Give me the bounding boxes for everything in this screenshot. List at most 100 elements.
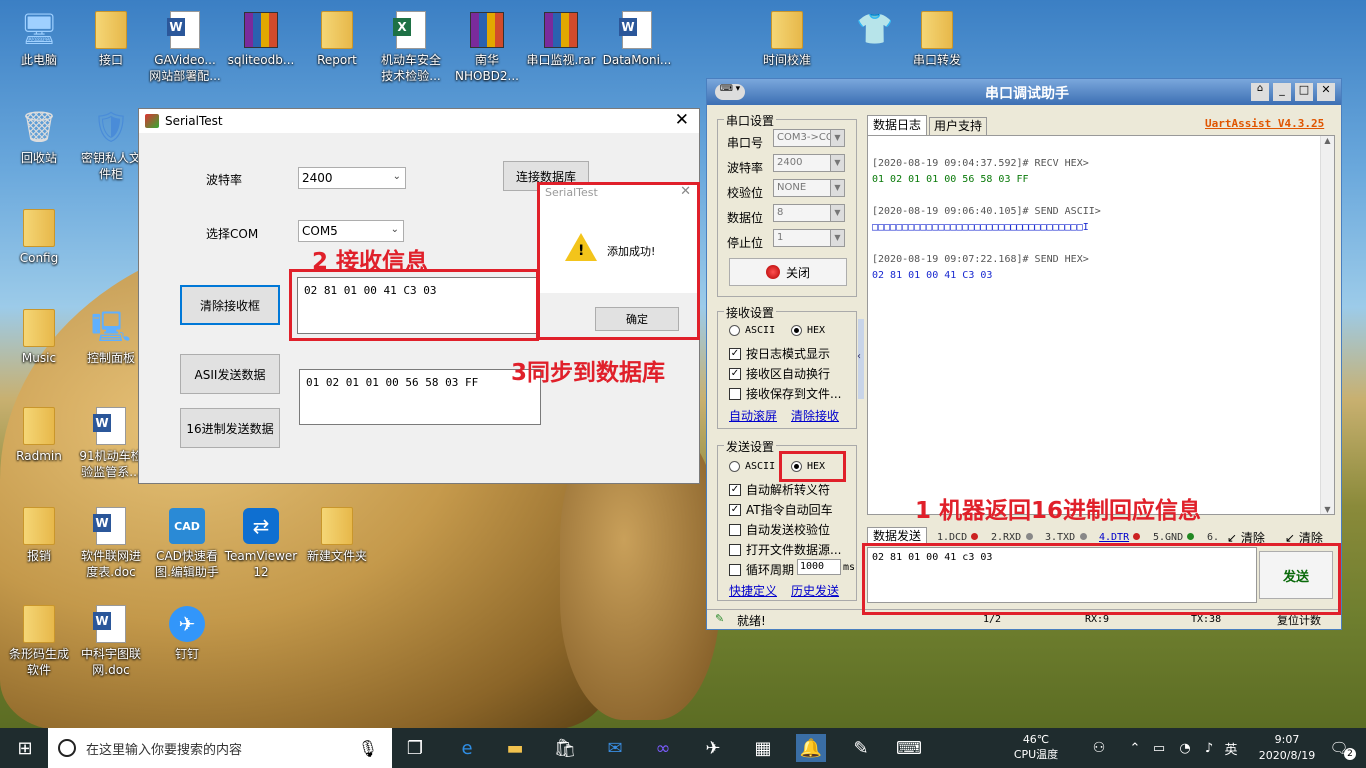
send-escape-checkbox[interactable]: ✓ 自动解析转义符 [729,481,830,498]
clear-receive-button[interactable]: 清除接收框 [180,285,280,325]
desktop-icon-barcode[interactable]: 条形码生成 软件 [0,602,78,678]
mail-icon[interactable]: ✉ [600,734,630,762]
tab-user-support[interactable]: 用户支持 [929,117,987,135]
microphone-icon[interactable]: 🎙 [358,739,378,758]
desktop-icon-new-folder[interactable]: 新建文件夹 [298,504,376,564]
recv-autowrap-checkbox[interactable]: ✓ 接收区自动换行 [729,365,830,382]
desktop-icon-dingtalk[interactable]: ✈ 钉钉 [148,602,226,662]
clock[interactable]: 9:07 2020/8/19 [1252,732,1322,764]
pin-icon[interactable]: ⌂ [1251,83,1269,101]
icon-label: Music [21,351,57,365]
app-notify-icon[interactable]: 🔔 [796,734,826,762]
desktop-icon-reimbursement[interactable]: 报销 [0,504,78,564]
icon-label: 条形码生成 软件 [8,647,69,677]
log-line: [2020-08-19 09:07:22.168]# SEND HEX> [872,254,1089,265]
send-file-source-checkbox[interactable]: 打开文件数据源... [729,541,841,558]
chevron-down-icon: ▼ [830,205,844,221]
serialtest-titlebar[interactable]: SerialTest ✕ [139,109,699,133]
send-cycle-checkbox[interactable]: 循环周期 [729,561,794,578]
tab-data-log[interactable]: 数据日志 [867,115,927,135]
chevron-down-icon[interactable]: ▼ [1321,505,1334,514]
desktop-icon-nanhua[interactable]: 南华 NHOBD2... [448,8,526,84]
desktop-icon-zhongke[interactable]: 中科宇图联 网.doc [72,602,150,678]
baud-select[interactable]: 2400 ▼ [773,154,845,172]
maximize-icon[interactable]: □ [1295,83,1313,101]
databits-select[interactable]: 8 ▼ [773,204,845,222]
system-menu-icon[interactable]: ⌨ ▾ [715,84,745,100]
desktop-icon-teamviewer[interactable]: ⇄ TeamViewer 12 [222,504,300,580]
desktop-icon-recycle-bin[interactable]: 🗑 回收站 [0,106,78,166]
signal-dcd: 1.DCD [937,532,968,543]
signal-6: 6. [1207,532,1220,543]
recv-hex-radio[interactable]: HEX [791,325,825,336]
desktop-icon-music[interactable]: Music [0,306,78,366]
chevron-left-icon[interactable]: ‹ [857,351,861,362]
send-ascii-radio[interactable]: ASCII [729,461,775,472]
stopbits-value: 1 [777,232,784,243]
databits-value: 8 [777,207,784,218]
red-led-icon [765,265,780,279]
close-port-button[interactable]: 关闭 [729,258,847,286]
desktop-icon-gavideo[interactable]: GAVideo... 网站部署配... [146,8,224,84]
desktop-icon-serial-monitor-rar[interactable]: 串口监视.rar [522,8,600,68]
stopbits-select[interactable]: 1 ▼ [773,229,845,247]
icon-label: 中科宇图联 网.doc [80,647,141,677]
recv-save-file-checkbox[interactable]: 接收保存到文件... [729,385,841,402]
control-panel-icon: 🖳 [90,310,132,345]
clear-receive-link[interactable]: 清除接收 [791,407,839,424]
version-link[interactable]: UartAssist V4.3.25 [1205,117,1324,130]
desktop-icon-software-progress[interactable]: 软件联网进 度表.doc [72,504,150,580]
history-send-link[interactable]: 历史发送 [791,582,839,599]
minimize-icon[interactable]: _ [1273,83,1291,101]
recv-log-mode-checkbox[interactable]: ✓ 按日志模式显示 [729,345,830,362]
desktop-icon-serial-forward[interactable]: 串口转发 [898,8,976,68]
desktop-icon-config[interactable]: Config [0,206,78,266]
windows-start-icon[interactable]: ⊞ [10,734,40,762]
uart-titlebar[interactable]: ⌨ ▾ 串口调试助手 ⌂ _ □ ✕ [707,79,1341,105]
cpu-temp[interactable]: 46℃ CPU温度 [1010,732,1062,762]
taskbar-search[interactable]: 在这里输入你要搜索的内容 🎙 [48,728,392,768]
send-at-checkbox[interactable]: ✓ AT指令自动回车 [729,501,833,518]
desktop-icon-report[interactable]: Report [298,8,376,68]
taskbar: ⊞ 在这里输入你要搜索的内容 🎙 ❐ e ▬ 🛍 ✉ ∞ ✈ ▦ 🔔 ✎ ⌨ 4… [0,728,1366,768]
com-select[interactable]: COM5 ⌄ [298,220,404,242]
signal-dtr[interactable]: 4.DTR [1099,532,1129,543]
hex-send-button[interactable]: 16进制发送数据 [180,408,280,448]
baud-select[interactable]: 2400 ⌄ [298,167,406,189]
close-icon[interactable]: ✕ [675,110,689,130]
desktop-icon-interface[interactable]: 接口 [72,8,150,68]
app-loop-icon[interactable]: ∞ [648,734,678,762]
log-scrollbar[interactable]: ▲ ▼ [1320,136,1334,514]
file-explorer-icon[interactable]: ▬ [500,734,530,762]
close-icon[interactable]: ✕ [1317,83,1335,101]
desktop-icon-datamoni[interactable]: DataMoni... [598,8,676,68]
recv-ascii-radio[interactable]: ASCII [729,325,775,336]
task-view-icon[interactable]: ❐ [400,734,430,762]
desktop-icon-vehicle-inspection[interactable]: 机动车安全 技术检验... [372,8,450,84]
app-plane-icon[interactable]: ✈ [698,734,728,762]
desktop-icon-cad-viewer[interactable]: CAD CAD快速看 图.编辑助手 [148,504,226,580]
app-pen-icon[interactable]: ✎ [846,734,876,762]
send-checksum-checkbox[interactable]: 自动发送校验位 [729,521,830,538]
app-blocks-icon[interactable]: ▦ [748,734,778,762]
desktop-icon-sqliteodb[interactable]: sqliteodb... [222,8,300,68]
shortcut-define-link[interactable]: 快捷定义 [729,582,777,599]
edge-icon[interactable]: e [452,734,482,762]
port-select[interactable]: COM3->COM ▼ [773,129,845,147]
store-icon[interactable]: 🛍 [550,734,580,762]
chevron-up-icon[interactable]: ▲ [1321,136,1334,145]
desktop-icon-this-pc[interactable]: 🖥 此电脑 [0,8,78,68]
app-serial-icon[interactable]: ⌨ [894,734,924,762]
people-icon[interactable]: ⚇ [1084,734,1114,762]
ascii-send-button[interactable]: ASII发送数据 [180,354,280,394]
ime-indicator[interactable]: 英 [1216,734,1246,762]
send-textbox[interactable]: 01 02 01 01 00 56 58 03 FF [299,369,541,425]
parity-select[interactable]: NONE ▼ [773,179,845,197]
icon-label: 时间校准 [762,53,811,67]
auto-scroll-link[interactable]: 自动滚屏 [729,407,777,424]
rar-archive-icon [467,8,507,52]
receive-log-area[interactable]: [2020-08-19 09:04:37.592]# RECV HEX> 01 … [867,135,1335,515]
cycle-input[interactable]: 1000 [797,559,841,575]
desktop-icon-radmin[interactable]: Radmin [0,404,78,464]
desktop-icon-time-sync[interactable]: 时间校准 [748,8,826,68]
